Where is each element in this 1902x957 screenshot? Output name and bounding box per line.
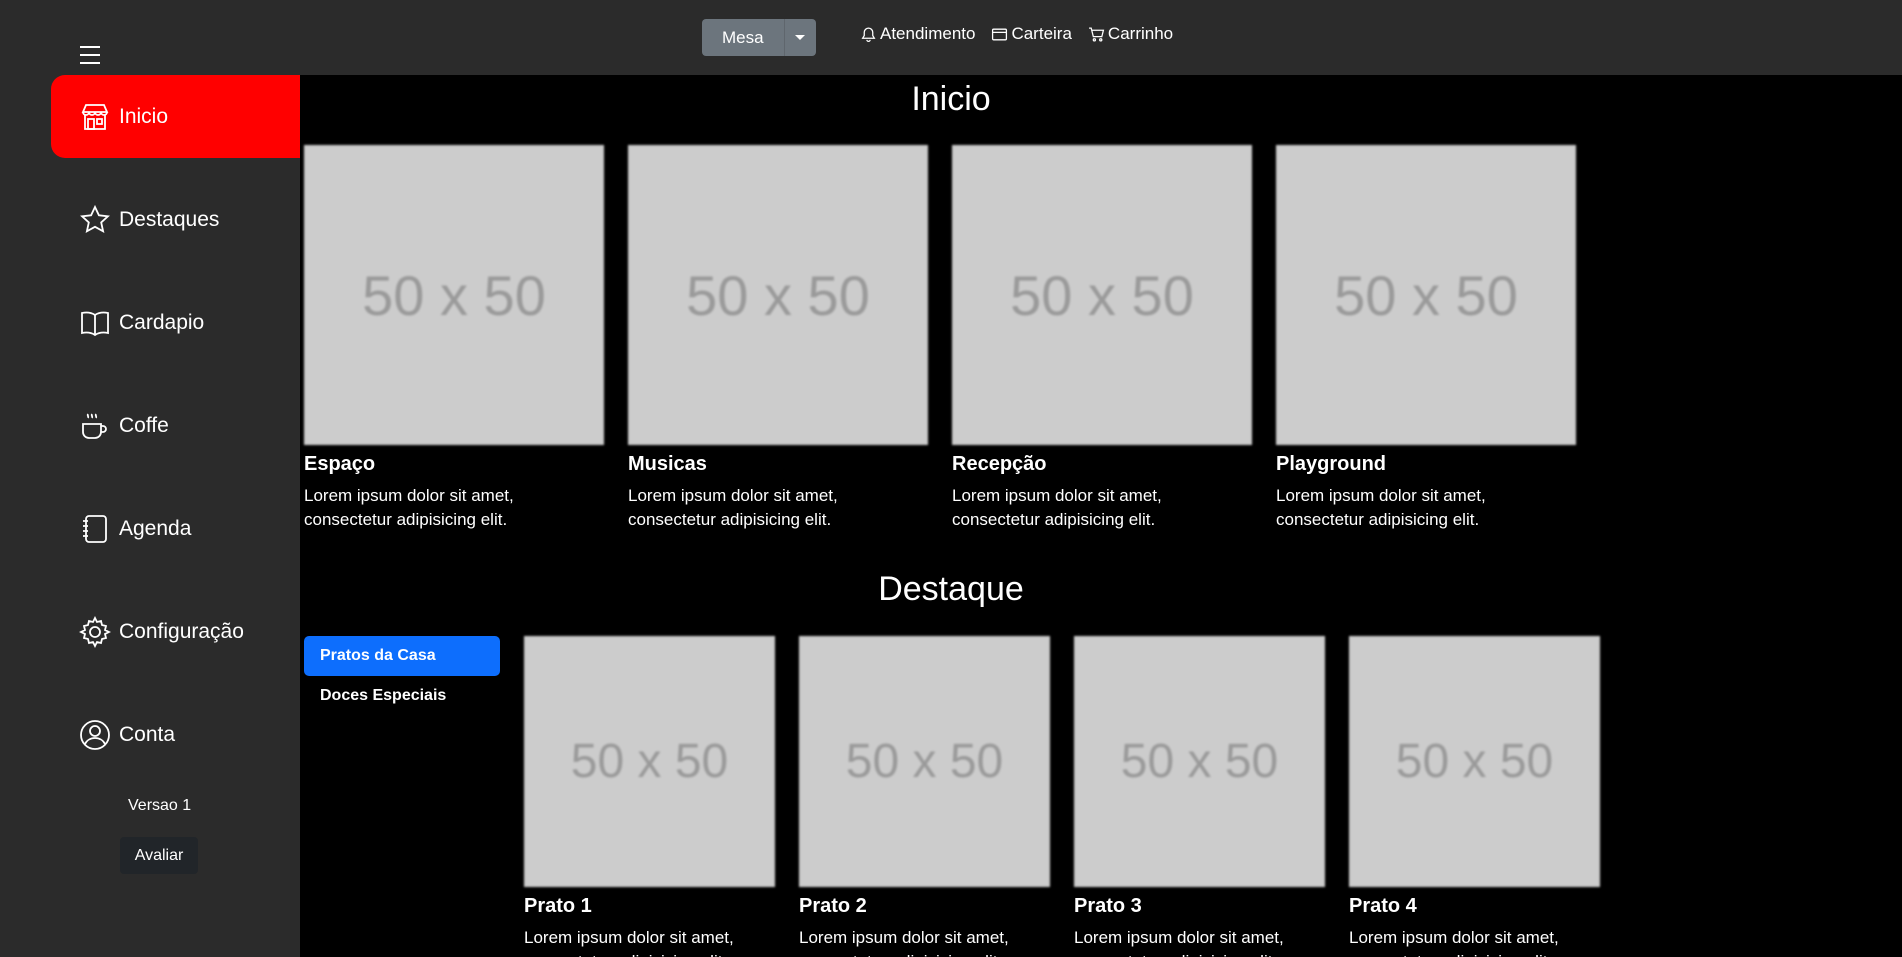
sidebar-item-destaques-label: Destaques — [119, 207, 220, 231]
card-image: 50 x 50 — [799, 636, 1050, 887]
top-bar: Mesa Atendimento Carteira Carrinho — [0, 0, 1902, 75]
card-text: Lorem ipsum dolor sit amet, consectetur … — [1276, 486, 1486, 529]
mesa-dropdown-label[interactable]: Mesa — [702, 19, 784, 56]
sidebar-item-agenda[interactable]: Agenda — [51, 487, 300, 570]
sidebar-item-agenda-label: Agenda — [119, 516, 192, 540]
nav-atendimento-label: Atendimento — [880, 24, 976, 43]
cup-icon — [82, 413, 107, 439]
sidebar-item-conta[interactable]: Conta — [51, 693, 300, 776]
sidebar-item-cardapio[interactable]: Cardapio — [51, 281, 300, 364]
card-title: Prato 4 — [1349, 895, 1417, 917]
card-text: Lorem ipsum dolor sit amet, consectetur … — [1074, 928, 1284, 957]
card-title: Prato 3 — [1074, 895, 1142, 917]
card-image: 50 x 50 — [1074, 636, 1325, 887]
card-text: Lorem ipsum dolor sit amet, consectetur … — [628, 486, 838, 529]
tab-doces-especiais[interactable]: Doces Especiais — [304, 676, 500, 716]
sidebar-item-coffe[interactable]: Coffe — [51, 384, 300, 467]
card-title: Prato 1 — [524, 895, 592, 917]
card-text: Lorem ipsum dolor sit amet, consectetur … — [1349, 928, 1559, 957]
nav-carrinho[interactable]: Carrinho — [1088, 24, 1173, 44]
card-title: Prato 2 — [799, 895, 867, 917]
card-image: 50 x 50 — [1349, 636, 1600, 887]
card-image: 50 x 50 — [628, 145, 928, 445]
card-title: Musicas — [628, 453, 707, 475]
sidebar-item-conta-label: Conta — [119, 722, 176, 746]
tab-pratos-da-casa[interactable]: Pratos da Casa — [304, 636, 500, 676]
star-icon — [80, 204, 110, 233]
version-label: Versao 1 — [128, 797, 192, 814]
rate-button[interactable]: Avaliar — [120, 837, 198, 874]
bell-icon — [861, 26, 876, 42]
sidebar: Inicio Destaques Cardapio Coffe Agenda C… — [0, 75, 300, 957]
sidebar-item-configuracao-label: Configuração — [119, 619, 244, 643]
card-title: Recepção — [952, 453, 1047, 475]
card-text: Lorem ipsum dolor sit amet, consectetur … — [799, 928, 1009, 957]
journal-icon — [83, 514, 107, 543]
chevron-down-icon[interactable] — [783, 19, 816, 56]
sidebar-item-destaques[interactable]: Destaques — [51, 178, 300, 261]
card-title: Playground — [1276, 453, 1387, 475]
sidebar-item-cardapio-label: Cardapio — [119, 310, 205, 334]
hamburger-menu-icon[interactable] — [80, 46, 100, 64]
card-image: 50 x 50 — [524, 636, 775, 887]
card-title: Espaço — [304, 453, 376, 475]
card-text: Lorem ipsum dolor sit amet, consectetur … — [952, 486, 1162, 529]
top-nav: Atendimento Carteira Carrinho — [860, 24, 1173, 44]
cart-icon — [1088, 26, 1105, 42]
mesa-dropdown[interactable]: Mesa — [702, 19, 816, 56]
section-title-destaque: Destaque — [878, 570, 1024, 608]
card-image: 50 x 50 — [304, 145, 604, 445]
nav-atendimento[interactable]: Atendimento — [860, 24, 975, 44]
card-text: Lorem ipsum dolor sit amet, consectetur … — [304, 486, 514, 529]
nav-carteira[interactable]: Carteira — [991, 24, 1072, 44]
card-image: 50 x 50 — [1276, 145, 1576, 445]
book-icon — [81, 311, 109, 336]
gear-icon — [79, 615, 111, 648]
sidebar-item-coffe-label: Coffe — [119, 413, 169, 437]
section-title-inicio: Inicio — [911, 80, 991, 118]
wallet-icon — [992, 28, 1008, 40]
card-image: 50 x 50 — [952, 145, 1252, 445]
nav-carrinho-label: Carrinho — [1107, 24, 1174, 43]
nav-carteira-label: Carteira — [1011, 24, 1072, 43]
person-circle-icon — [80, 719, 110, 750]
card-text: Lorem ipsum dolor sit amet, consectetur … — [524, 928, 734, 957]
